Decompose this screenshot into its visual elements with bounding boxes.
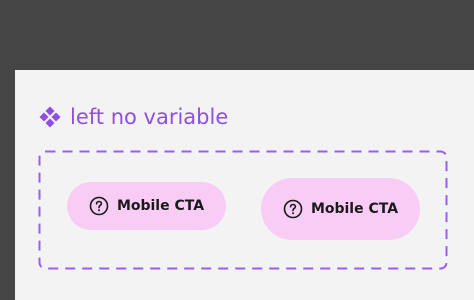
mobile-cta-button[interactable]: Mobile CTA: [261, 178, 420, 240]
mobile-cta-label: Mobile CTA: [310, 201, 399, 217]
help-circle-icon: [89, 196, 109, 216]
component-set-title: left no variable: [70, 105, 229, 129]
help-circle-icon: [283, 199, 303, 219]
canvas: left no variable Mobile CTA Mobile CTA: [0, 0, 474, 300]
component-set-icon: [39, 106, 61, 128]
component-set-header[interactable]: left no variable: [38, 103, 228, 131]
mobile-cta-button[interactable]: Mobile CTA: [67, 182, 226, 230]
mobile-cta-label: Mobile CTA: [116, 198, 205, 214]
